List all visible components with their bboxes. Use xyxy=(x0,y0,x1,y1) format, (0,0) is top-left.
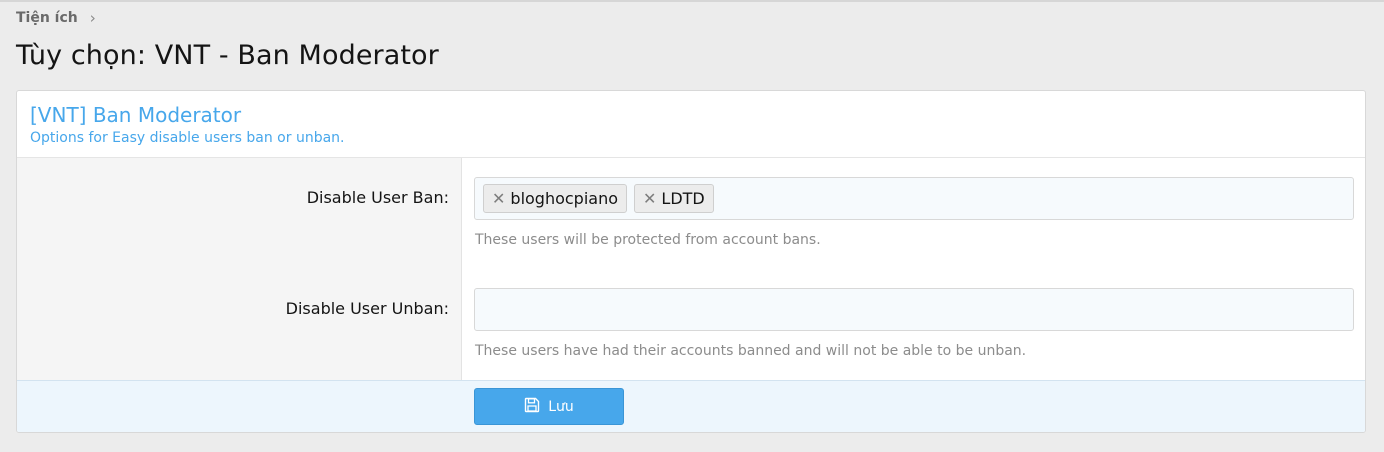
disable-user-ban-input[interactable]: ✕ bloghocpiano ✕ LDTD xyxy=(474,177,1354,220)
close-icon[interactable]: ✕ xyxy=(492,189,505,208)
disable-user-ban-label: Disable User Ban: xyxy=(306,188,449,207)
chevron-right-icon: › xyxy=(89,9,96,27)
form-footer: Lưu xyxy=(17,380,1365,432)
block-header: [VNT] Ban Moderator Options for Easy dis… xyxy=(17,91,1365,158)
token-label: bloghocpiano xyxy=(510,189,619,208)
block-description: Options for Easy disable users ban or un… xyxy=(30,130,345,146)
disable-user-unban-label: Disable User Unban: xyxy=(285,299,449,318)
disable-user-unban-input[interactable] xyxy=(474,288,1354,331)
disable-user-unban-hint: These users have had their accounts bann… xyxy=(475,343,1027,359)
save-button-label: Lưu xyxy=(548,398,574,415)
top-border xyxy=(0,0,1384,2)
options-block: [VNT] Ban Moderator Options for Easy dis… xyxy=(16,90,1366,433)
disable-user-ban-hint: These users will be protected from accou… xyxy=(475,232,821,248)
save-button[interactable]: Lưu xyxy=(474,388,624,425)
token-ldtd[interactable]: ✕ LDTD xyxy=(634,184,714,213)
label-column: Disable User Ban: Disable User Unban: xyxy=(17,158,462,381)
input-column: ✕ bloghocpiano ✕ LDTD These users will b… xyxy=(463,158,1365,381)
save-icon xyxy=(524,397,540,417)
block-title: [VNT] Ban Moderator xyxy=(30,103,242,127)
breadcrumb-item-tien-ich[interactable]: Tiện ích xyxy=(16,10,78,26)
close-icon[interactable]: ✕ xyxy=(643,189,656,208)
breadcrumb: Tiện ích › xyxy=(16,8,96,28)
token-bloghocpiano[interactable]: ✕ bloghocpiano xyxy=(483,184,628,213)
page-title: Tùy chọn: VNT - Ban Moderator xyxy=(16,40,439,71)
token-label: LDTD xyxy=(661,189,705,208)
